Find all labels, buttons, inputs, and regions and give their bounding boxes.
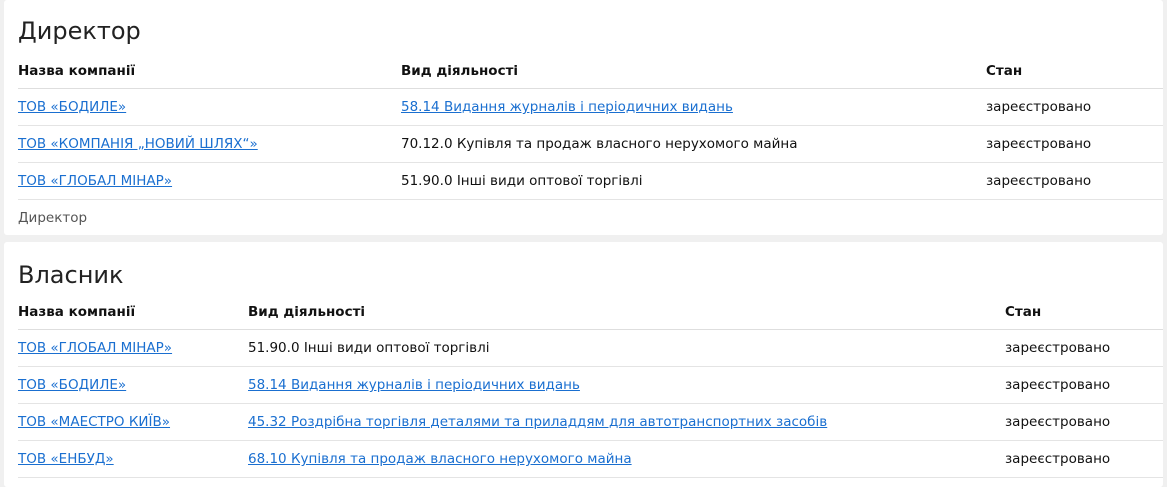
status-text: зареєстровано [986, 125, 1163, 163]
column-header-status: Стан [1005, 295, 1163, 330]
director-title: Директор [18, 17, 141, 45]
activity-text: 70.12.0 Купівля та продаж власного нерух… [401, 136, 798, 152]
company-link[interactable]: ТОВ «ГЛОБАЛ МІНАР» [18, 340, 172, 356]
status-text: зареєстровано [986, 162, 1163, 200]
column-header-status: Стан [986, 54, 1163, 89]
activity-text: 51.90.0 Інші види оптової торгівлі [248, 340, 490, 356]
table-row: ТОВ «ГЛОБАЛ МІНАР» 51.90.0 Інші види опт… [18, 329, 1163, 367]
table-row: ТОВ «КОМПАНІЯ „НОВИЙ ШЛЯХ“» 70.12.0 Купі… [18, 125, 1163, 163]
company-link[interactable]: ТОВ «БОДИЛЕ» [18, 377, 126, 393]
column-header-activity: Вид діяльності [248, 295, 1005, 330]
company-link[interactable]: ТОВ «КОМПАНІЯ „НОВИЙ ШЛЯХ“» [18, 136, 258, 152]
activity-link[interactable]: 58.14 Видання журналів і періодичних вид… [401, 99, 733, 115]
status-text: зареєстровано [1005, 329, 1163, 367]
owner-title: Власник [18, 261, 124, 289]
activity-link[interactable]: 68.10 Купівля та продаж власного нерухом… [248, 451, 632, 467]
activity-text: 51.90.0 Інші види оптової торгівлі [401, 173, 643, 189]
table-row: ТОВ «БОДИЛЕ» 58.14 Видання журналів і пе… [18, 88, 1163, 126]
company-link[interactable]: ТОВ «ЕНБУД» [18, 451, 114, 467]
table-header-row: Назва компанії Вид діяльності Стан [18, 295, 1163, 330]
column-header-activity: Вид діяльності [401, 54, 986, 89]
table-row: ТОВ «БОДИЛЕ» 58.14 Видання журналів і пе… [18, 366, 1163, 404]
owner-section: Власник Назва компанії Вид діяльності Ст… [4, 242, 1163, 487]
status-text: зареєстровано [1005, 366, 1163, 404]
status-text: зареєстровано [1005, 403, 1163, 441]
table-header-row: Назва компанії Вид діяльності Стан [18, 54, 1163, 89]
table-row: ТОВ «ГЛОБАЛ МІНАР» 51.90.0 Інші види опт… [18, 162, 1163, 200]
status-text: зареєстровано [1005, 440, 1163, 478]
column-header-company: Назва компанії [18, 295, 248, 330]
table-row: ТОВ «МАЕСТРО КИЇВ» 45.32 Роздрібна торгі… [18, 403, 1163, 441]
activity-link[interactable]: 58.14 Видання журналів і періодичних вид… [248, 377, 580, 393]
table-row: ТОВ «ЕНБУД» 68.10 Купівля та продаж влас… [18, 440, 1163, 478]
owner-table: Назва компанії Вид діяльності Стан ТОВ «… [18, 295, 1163, 478]
director-table: Назва компанії Вид діяльності Стан ТОВ «… [18, 54, 1163, 200]
column-header-company: Назва компанії [18, 54, 401, 89]
director-section: Директор Назва компанії Вид діяльності С… [4, 0, 1163, 235]
company-link[interactable]: ТОВ «МАЕСТРО КИЇВ» [18, 414, 170, 430]
activity-link[interactable]: 45.32 Роздрібна торгівля деталями та при… [248, 414, 827, 430]
status-text: зареєстровано [986, 88, 1163, 126]
director-footer-label: Директор [18, 210, 88, 226]
company-link[interactable]: ТОВ «ГЛОБАЛ МІНАР» [18, 173, 172, 189]
company-link[interactable]: ТОВ «БОДИЛЕ» [18, 99, 126, 115]
